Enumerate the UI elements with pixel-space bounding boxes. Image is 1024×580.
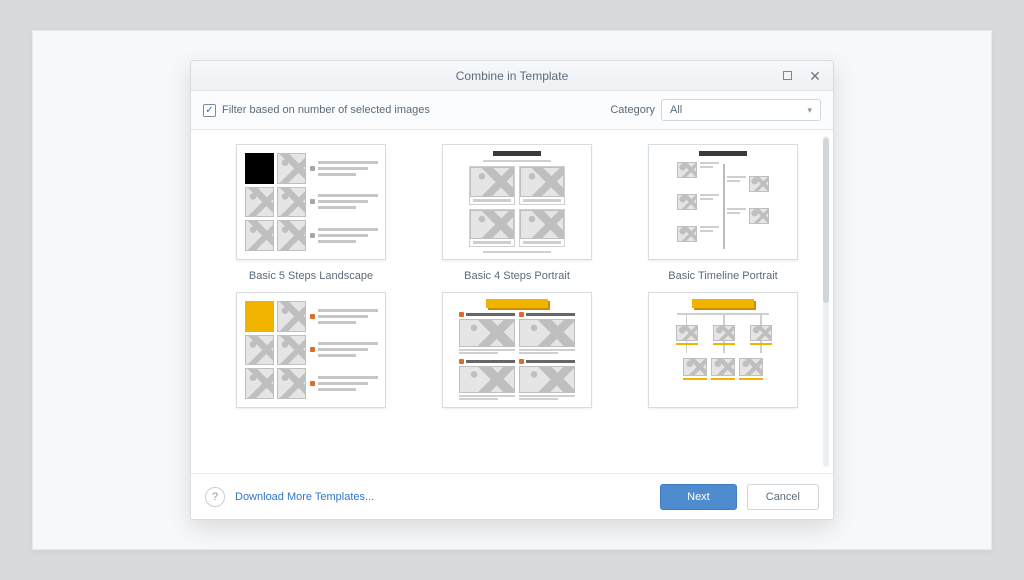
template-item[interactable]: [442, 292, 592, 408]
template-thumbnail-colored-timeline-portrait: [648, 292, 798, 408]
combine-in-template-dialog: Combine in Template ✕ ✓ Filter based on …: [190, 60, 834, 520]
gallery-scrollbar[interactable]: [823, 136, 829, 467]
close-button[interactable]: ✕: [803, 65, 827, 87]
filter-checkbox[interactable]: ✓: [203, 104, 216, 117]
window-controls: ✕: [775, 65, 827, 87]
template-thumbnail-basic-timeline-portrait: [648, 144, 798, 260]
dialog-footer: ? Download More Templates... Next Cancel: [191, 473, 833, 519]
template-item[interactable]: [648, 292, 798, 408]
category-select[interactable]: All ▾: [661, 99, 821, 121]
download-more-templates-link[interactable]: Download More Templates...: [235, 491, 374, 503]
template-thumbnail-basic-5-steps-landscape: [236, 144, 386, 260]
scrollbar-thumb[interactable]: [823, 138, 829, 303]
template-caption: Basic 4 Steps Portrait: [464, 270, 570, 282]
template-item[interactable]: [236, 292, 386, 408]
help-button[interactable]: ?: [205, 487, 225, 507]
chevron-down-icon: ▾: [807, 105, 812, 116]
next-button[interactable]: Next: [660, 484, 737, 510]
dialog-titlebar: Combine in Template ✕: [191, 61, 833, 91]
app-backdrop: Combine in Template ✕ ✓ Filter based on …: [32, 30, 992, 550]
template-thumbnail-colored-5-steps-landscape: [236, 292, 386, 408]
template-caption: Basic Timeline Portrait: [668, 270, 777, 282]
close-icon: ✕: [809, 69, 821, 83]
template-gallery: Basic 5 Steps Landscape: [191, 130, 833, 473]
filter-checkbox-label: Filter based on number of selected image…: [222, 104, 430, 116]
maximize-icon: [783, 71, 792, 80]
category-label: Category: [610, 104, 655, 116]
filter-bar: ✓ Filter based on number of selected ima…: [191, 91, 833, 130]
maximize-button[interactable]: [775, 65, 799, 87]
template-thumbnail-basic-4-steps-portrait: [442, 144, 592, 260]
template-item[interactable]: Basic 5 Steps Landscape: [236, 144, 386, 282]
cancel-button[interactable]: Cancel: [747, 484, 819, 510]
template-thumbnail-colored-4-steps-portrait: [442, 292, 592, 408]
category-value: All: [670, 104, 682, 116]
template-item[interactable]: Basic 4 Steps Portrait: [442, 144, 592, 282]
template-item[interactable]: Basic Timeline Portrait: [648, 144, 798, 282]
dialog-title: Combine in Template: [249, 69, 775, 83]
template-caption: Basic 5 Steps Landscape: [249, 270, 373, 282]
